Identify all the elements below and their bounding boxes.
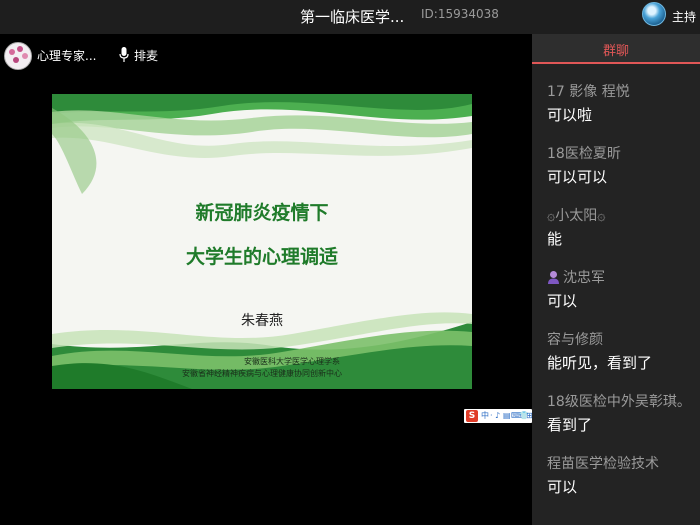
chat-sender: 18医检夏昕 [547,146,621,162]
chat-text: 可以可以 [547,168,608,186]
chat-message: 容与修颜 能听见，看到了 [547,330,700,374]
room-id: ID:15934038 [421,7,499,21]
slide-affiliation-line2: 安徽省神经精神疾病与心理健康协同创新中心 [182,369,342,378]
chat-message: 18医检夏昕 可以可以 [547,144,700,188]
chat-sender: 程苗医学检验技术 [547,456,659,472]
user-avatar-icon [548,271,559,284]
tab-group-chat[interactable]: 群聊 [532,40,700,59]
ime-punctuation-icon[interactable]: · [490,411,493,421]
owner-avatar[interactable] [4,42,32,70]
chat-message: 17 影像 程悦 可以啦 [547,82,700,126]
chat-sender: 18级医检中外吴彰琪。 [547,394,691,410]
chat-text: 可以啦 [547,106,593,124]
ime-toolbar[interactable]: S 中 · ♪ ▤ ⌨ 👕 ⊞ [464,409,533,423]
host-label[interactable]: 主持 [672,8,696,25]
chat-message: 程苗医学检验技术 可以 [547,454,700,498]
slide-title-line1: 新冠肺炎疫情下 [195,202,329,224]
chat-tab-strip: 群聊 [532,34,700,64]
chat-sender-row: 沈忠军 [547,268,700,288]
title-bar: 第一临床医学... ID:15934038 主持 [0,0,700,34]
chat-sender: 沈忠军 [563,270,605,286]
mic-queue-button[interactable]: 排麦 [134,47,158,64]
microphone-icon[interactable] [119,47,129,63]
owner-name[interactable]: 心理专家... [37,47,96,64]
ime-voice-icon[interactable]: ♪ [495,411,500,421]
sogou-logo-icon[interactable]: S [466,410,478,422]
ime-chinese-mode-icon[interactable]: 中 [481,411,489,421]
chat-sender: 容与修颜 [547,332,603,348]
presentation-slide: 新冠肺炎疫情下 大学生的心理调适 朱春燕 安徽医科大学医学心理学系 安徽省神经精… [52,94,472,389]
chat-text: 可以 [547,478,578,496]
slide-presenter: 朱春燕 [241,313,283,329]
ime-panel-icon[interactable]: ▤ [503,411,511,421]
room-title: 第一临床医学... [300,8,405,26]
chat-text: 能听见，看到了 [547,354,653,372]
chat-message: 沈忠军 可以 [547,268,700,312]
chat-text: 看到了 [547,416,593,434]
chat-sender: ۞小太阳۞ [547,208,606,224]
host-avatar[interactable] [642,2,666,26]
slide-title-line2: 大学生的心理调适 [185,246,338,268]
chat-text: 可以 [547,292,578,310]
chat-text: 能 [547,230,563,248]
chat-message: 18级医检中外吴彰琪。 看到了 [547,392,700,436]
chat-sidebar: 群聊 17 影像 程悦 可以啦 18医检夏昕 可以可以 ۞小太阳۞ 能 沈忠军 … [532,34,700,525]
chat-sender: 17 影像 程悦 [547,84,630,100]
chat-message: ۞小太阳۞ 能 [547,206,700,250]
slide-affiliation-line1: 安徽医科大学医学心理学系 [244,357,340,366]
